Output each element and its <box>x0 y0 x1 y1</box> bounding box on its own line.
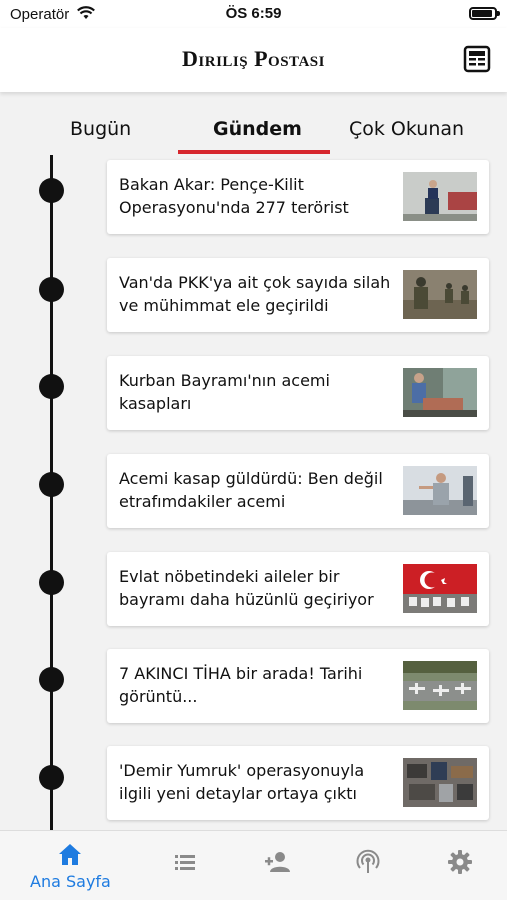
timeline-dot <box>39 765 64 790</box>
news-card[interactable]: Evlat nöbetindeki aileler bir bayramı da… <box>107 552 489 626</box>
status-time: ÖS 6:59 <box>225 5 282 22</box>
news-title: Acemi kasap güldürdü: Ben değil etrafımd… <box>119 469 383 511</box>
tab-ana-sayfa[interactable]: Ana Sayfa <box>20 831 121 900</box>
battery-level <box>472 10 492 17</box>
soldiers-photo <box>403 270 477 319</box>
settings-gear-icon <box>448 850 472 874</box>
timeline-dot <box>39 570 64 595</box>
news-title: Kurban Bayramı'nın acemi kasapları <box>119 371 330 413</box>
news-title: 'Demir Yumruk' operasyonuyla ilgili yeni… <box>119 761 365 803</box>
news-title: Evlat nöbetindeki aileler bir bayramı da… <box>119 567 374 609</box>
minister-podium-photo <box>403 172 477 221</box>
tab-broadcast[interactable] <box>318 831 419 900</box>
news-card[interactable]: 'Demir Yumruk' operasyonuyla ilgili yeni… <box>107 746 489 820</box>
turkish-flag-protest-photo <box>403 564 477 613</box>
tab-list[interactable] <box>135 831 236 900</box>
list-icon <box>175 855 195 870</box>
butchers-photo <box>403 368 477 417</box>
news-title: Bakan Akar: Pençe-Kilit Operasyonu'nda 2… <box>119 175 349 217</box>
broadcast-icon <box>356 849 380 873</box>
news-title: 7 AKINCI TİHA bir arada! Tarihi görüntü.… <box>119 664 363 706</box>
tab-add-user[interactable] <box>227 831 328 900</box>
news-card[interactable]: Kurban Bayramı'nın acemi kasapları <box>107 356 489 430</box>
news-card[interactable]: Van'da PKK'ya ait çok sayıda silah ve mü… <box>107 258 489 332</box>
home-icon <box>59 844 81 865</box>
tab-settings[interactable] <box>410 831 507 900</box>
tab-bugun[interactable]: Bugün <box>70 118 131 140</box>
timeline-dot <box>39 277 64 302</box>
timeline-dot <box>39 667 64 692</box>
bottom-tab-bar: Ana Sayfa <box>0 830 507 900</box>
news-card[interactable]: 7 AKINCI TİHA bir arada! Tarihi görüntü.… <box>107 649 489 723</box>
timeline-dot <box>39 178 64 203</box>
category-tabs: Bugün Gündem Çok Okunan <box>0 100 507 156</box>
app-logo: Diriliş Postası <box>182 46 325 71</box>
add-user-icon <box>265 852 290 872</box>
tab-cok-okunan[interactable]: Çok Okunan <box>349 118 464 140</box>
news-card[interactable]: Acemi kasap güldürdü: Ben değil etrafımd… <box>107 454 489 528</box>
status-bar: Operatör ÖS 6:59 <box>0 0 507 28</box>
newspaper-icon[interactable] <box>463 44 493 74</box>
news-card[interactable]: Bakan Akar: Pençe-Kilit Operasyonu'nda 2… <box>107 160 489 234</box>
timeline-dot <box>39 374 64 399</box>
drones-runway-photo <box>403 661 477 710</box>
seized-items-photo <box>403 758 477 807</box>
app-header: Diriliş Postası <box>0 28 507 92</box>
tab-gundem[interactable]: Gündem <box>213 118 302 140</box>
active-tab-indicator <box>178 150 330 154</box>
news-title: Van'da PKK'ya ait çok sayıda silah ve mü… <box>119 273 391 315</box>
battery-icon <box>469 7 500 20</box>
timeline-dot <box>39 472 64 497</box>
man-speaking-photo <box>403 466 477 515</box>
